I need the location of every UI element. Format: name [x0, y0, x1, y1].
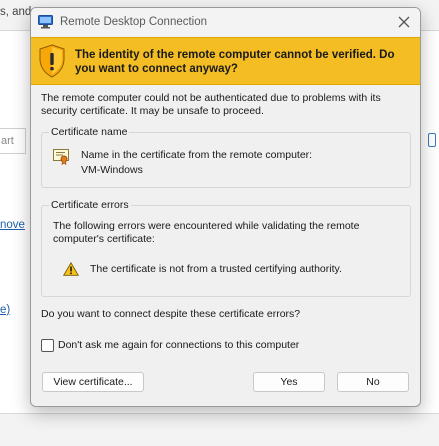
view-certificate-button[interactable]: View certificate... [42, 372, 144, 392]
dont-ask-again-label[interactable]: Don't ask me again for connections to th… [58, 339, 299, 351]
banner-message: The identity of the remote computer cann… [75, 49, 395, 75]
group-title-certificate-name: Certificate name [49, 126, 130, 138]
error-list-item: The certificate is not from a trusted ce… [90, 263, 342, 275]
certificate-name-label: Name in the certificate from the remote … [81, 149, 313, 161]
connect-question: Do you want to connect despite these cer… [41, 308, 301, 320]
background-link-e[interactable]: e) [0, 304, 10, 316]
background-search-input[interactable]: art [0, 128, 26, 154]
remote-desktop-dialog: Remote Desktop Connection The identity o… [30, 7, 421, 407]
background-text: s, and [0, 6, 32, 18]
certificate-errors-group: Certificate errors The following errors … [41, 199, 411, 297]
warning-banner: The identity of the remote computer cann… [31, 37, 420, 85]
title-bar[interactable]: Remote Desktop Connection [31, 8, 420, 36]
background-control[interactable] [428, 133, 436, 147]
yes-button[interactable]: Yes [253, 372, 325, 392]
no-button[interactable]: No [337, 372, 409, 392]
dont-ask-again-checkbox[interactable] [41, 339, 54, 352]
close-icon[interactable] [396, 14, 412, 30]
alert-triangle-icon [63, 262, 79, 276]
background-link-move[interactable]: nove [0, 219, 25, 231]
intro-text: The remote computer could not be authent… [41, 92, 381, 117]
certificate-icon [53, 149, 69, 165]
errors-description: The following errors were encountered wh… [53, 220, 360, 245]
dialog-title: Remote Desktop Connection [60, 16, 208, 28]
remote-desktop-icon [38, 15, 53, 29]
group-title-certificate-errors: Certificate errors [49, 199, 131, 211]
certificate-name-value: VM-Windows [81, 164, 143, 176]
warning-shield-icon [39, 44, 65, 78]
certificate-name-group: Certificate name Name in the certificate… [41, 126, 411, 188]
